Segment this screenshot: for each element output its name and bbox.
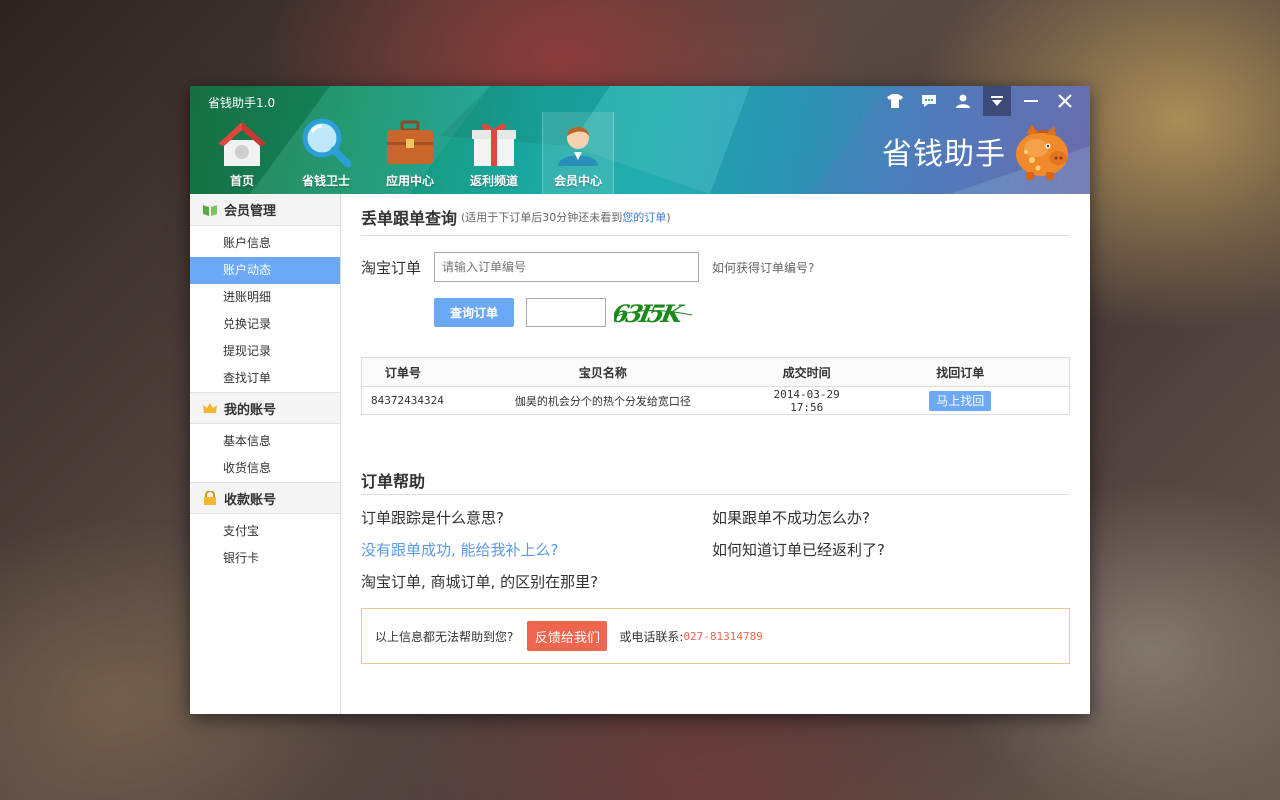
your-orders-link[interactable]: 您的订单 bbox=[622, 211, 666, 224]
sidebar-item-income-detail[interactable]: 进账明细 bbox=[190, 284, 340, 311]
lock-icon bbox=[204, 491, 216, 505]
nav-member-center[interactable]: 会员中心 bbox=[542, 112, 614, 194]
nav-saving-guard-label: 省钱卫士 bbox=[301, 174, 350, 188]
sidebar-group-payment-account[interactable]: 收款账号 bbox=[190, 482, 340, 514]
nav-rebate-channel[interactable]: 返利频道 bbox=[452, 112, 536, 194]
sidebar-item-find-order[interactable]: 查找订单 bbox=[190, 365, 340, 392]
order-number-input[interactable] bbox=[434, 252, 699, 282]
skin-icon[interactable] bbox=[878, 86, 912, 116]
query-order-button[interactable]: 查询订单 bbox=[434, 297, 514, 327]
nav-app-center[interactable]: 应用中心 bbox=[368, 112, 452, 194]
cell-deal-time: 2014-03-29 17:56 bbox=[773, 387, 840, 414]
sidebar-group-title: 我的账号 bbox=[224, 402, 277, 418]
sidebar-item-bank-card[interactable]: 银行卡 bbox=[190, 545, 340, 572]
sidebar-item-shipping-info[interactable]: 收货信息 bbox=[190, 455, 340, 482]
user-icon[interactable] bbox=[946, 86, 980, 116]
sidebar-item-basic-info[interactable]: 基本信息 bbox=[190, 428, 340, 455]
col-order-number: 订单号 bbox=[361, 357, 444, 387]
nav-home-label: 首页 bbox=[229, 174, 254, 188]
table-header-row: 订单号 宝贝名称 成交时间 找回订单 bbox=[361, 357, 1070, 387]
query-note: (适用于下订单后30分钟还未看到您的订单) bbox=[461, 209, 671, 225]
nav-rebate-channel-label: 返利频道 bbox=[469, 174, 518, 188]
table-row: 84372434324 伽昊的机会分个的热个分发给宽口径 2014-03-29 … bbox=[362, 387, 1070, 415]
menu-icon[interactable] bbox=[983, 86, 1011, 116]
header-bar: 省钱助手1.0 首页 省钱卫士 应用中心 返利频道 会员中心 省钱助手 bbox=[190, 86, 1090, 194]
home-icon bbox=[214, 116, 270, 170]
captcha-input[interactable] bbox=[526, 297, 606, 327]
book-icon bbox=[203, 204, 217, 216]
query-actions-row: 查询订单 63I5K bbox=[434, 297, 1070, 327]
crown-icon bbox=[203, 403, 217, 413]
window-controls bbox=[878, 86, 1082, 116]
faq-list: 订单跟踪是什么意思? 如果跟单不成功怎么办? 没有跟单成功, 能给我补上么? 如… bbox=[361, 506, 1070, 602]
sidebar: 会员管理 账户信息 账户动态 进账明细 兑换记录 提现记录 查找订单 我的账号 … bbox=[190, 194, 341, 714]
contact-box: 以上信息都无法帮助到您? 反馈给我们 或电话联系: 027-81314789 bbox=[361, 608, 1070, 664]
query-note-prefix: (适用于下订单后30分钟还未看到 bbox=[461, 210, 623, 224]
magnifier-icon bbox=[298, 116, 354, 170]
gift-icon bbox=[466, 116, 522, 170]
cell-action: 马上找回 bbox=[851, 387, 1069, 415]
nav-saving-guard[interactable]: 省钱卫士 bbox=[284, 112, 368, 194]
col-deal-time: 成交时间 bbox=[761, 357, 852, 387]
orders-table: 订单号 宝贝名称 成交时间 找回订单 84372434324 伽昊的机会分个的热… bbox=[361, 357, 1070, 415]
member-icon bbox=[550, 116, 606, 170]
faq-item-link[interactable]: 没有跟单成功, 能给我补上么? bbox=[361, 538, 712, 570]
message-icon[interactable] bbox=[912, 86, 946, 116]
faq-item[interactable]: 订单跟踪是什么意思? bbox=[361, 506, 712, 538]
brand: 省钱助手 bbox=[882, 120, 1072, 182]
query-section-header: 丢单跟单查询 (适用于下订单后30分钟还未看到您的订单) bbox=[361, 194, 1070, 236]
nav-app-center-label: 应用中心 bbox=[385, 174, 434, 188]
feedback-button[interactable]: 反馈给我们 bbox=[527, 621, 608, 651]
cell-order-number: 84372434324 bbox=[371, 394, 444, 407]
faq-item[interactable]: 如何知道订单已经返利了? bbox=[712, 538, 1063, 570]
faq-item[interactable]: 如果跟单不成功怎么办? bbox=[712, 506, 1063, 538]
sidebar-item-exchange-records[interactable]: 兑换记录 bbox=[190, 311, 340, 338]
briefcase-icon bbox=[382, 116, 438, 170]
main-content: 丢单跟单查询 (适用于下订单后30分钟还未看到您的订单) 淘宝订单 如何获得订单… bbox=[361, 194, 1070, 714]
nav-home[interactable]: 首页 bbox=[200, 112, 284, 194]
sidebar-group-title: 收款账号 bbox=[224, 492, 277, 508]
brand-text: 省钱助手 bbox=[882, 137, 1006, 172]
main-nav: 首页 省钱卫士 应用中心 返利频道 会员中心 bbox=[200, 112, 614, 194]
retrieve-now-button[interactable]: 马上找回 bbox=[929, 390, 992, 411]
app-window: 省钱助手1.0 首页 省钱卫士 应用中心 返利频道 会员中心 省钱助手 会员管理… bbox=[190, 86, 1090, 714]
how-to-get-order-link[interactable]: 如何获得订单编号? bbox=[712, 259, 814, 276]
page-title: 丢单跟单查询 bbox=[361, 208, 458, 228]
minimize-icon[interactable] bbox=[1014, 86, 1048, 116]
contact-prompt: 以上信息都无法帮助到您? bbox=[375, 629, 514, 644]
phone-number: 027-81314789 bbox=[683, 629, 763, 643]
sidebar-item-account-info[interactable]: 账户信息 bbox=[190, 230, 340, 257]
col-item-name: 宝贝名称 bbox=[443, 357, 762, 387]
query-note-suffix: ) bbox=[666, 210, 671, 224]
taobao-order-label: 淘宝订单 bbox=[361, 258, 422, 277]
query-row: 淘宝订单 如何获得订单编号? bbox=[361, 252, 1070, 282]
close-icon[interactable] bbox=[1048, 86, 1082, 116]
captcha-image[interactable]: 63I5K bbox=[614, 297, 694, 327]
sidebar-group-title: 会员管理 bbox=[224, 204, 277, 219]
sidebar-group-my-account[interactable]: 我的账号 bbox=[190, 392, 340, 424]
cell-item-name: 伽昊的机会分个的热个分发给宽口径 bbox=[514, 394, 691, 408]
sidebar-item-account-activity[interactable]: 账户动态 bbox=[190, 257, 340, 284]
faq-item[interactable]: 淘宝订单, 商城订单, 的区别在那里? bbox=[361, 570, 712, 602]
phone-label: 或电话联系: bbox=[619, 629, 684, 644]
col-retrieve-order: 找回订单 bbox=[851, 357, 1070, 387]
sidebar-group-member-management[interactable]: 会员管理 bbox=[190, 194, 340, 226]
nav-member-center-label: 会员中心 bbox=[553, 174, 602, 188]
help-section-title: 订单帮助 bbox=[361, 465, 1070, 495]
window-title: 省钱助手1.0 bbox=[208, 96, 276, 110]
piggy-bank-icon bbox=[1016, 124, 1068, 180]
sidebar-item-withdrawal-records[interactable]: 提现记录 bbox=[190, 338, 340, 365]
sidebar-item-alipay[interactable]: 支付宝 bbox=[190, 518, 340, 545]
